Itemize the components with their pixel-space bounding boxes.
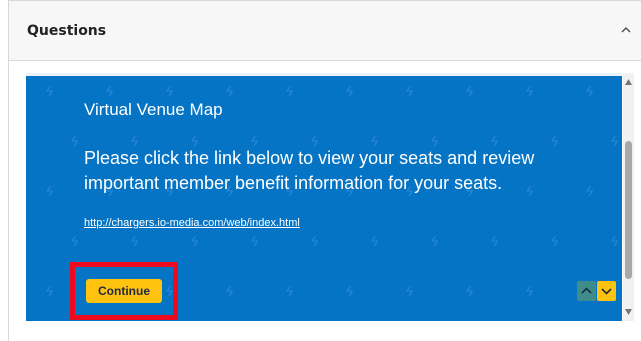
lightning-bolt-icon: ϟ [463,283,476,299]
lightning-bolt-icon: ϟ [608,233,621,249]
lightning-bolt-icon: ϟ [188,233,201,249]
lightning-bolt-icon: ϟ [428,233,441,249]
lightning-bolt-icon: ϟ [128,233,141,249]
lightning-bolt-icon: ϟ [283,283,296,299]
lightning-bolt-icon: ϟ [283,83,296,99]
lightning-bolt-icon: ϟ [343,283,356,299]
lightning-bolt-icon: ϟ [608,133,621,149]
lightning-bolt-icon: ϟ [523,83,536,99]
lightning-bolt-icon: ϟ [368,233,381,249]
previous-question-button[interactable] [577,281,596,301]
chevron-up-icon[interactable] [619,23,633,37]
survey-content: ϟϟϟϟϟϟϟϟϟϟϟϟϟϟϟϟϟϟϟϟϟϟϟϟϟϟϟϟϟϟϟϟϟϟϟϟϟϟϟϟ… [26,73,622,321]
survey-frame: ϟϟϟϟϟϟϟϟϟϟϟϟϟϟϟϟϟϟϟϟϟϟϟϟϟϟϟϟϟϟϟϟϟϟϟϟϟϟϟϟ… [26,73,634,321]
lightning-bolt-icon: ϟ [43,283,56,299]
lightning-bolt-icon: ϟ [583,183,596,199]
lightning-bolt-icon: ϟ [68,233,81,249]
lightning-bolt-icon: ϟ [163,83,176,99]
survey-body-text: Please click the link below to view your… [84,148,535,193]
chevron-up-icon [581,287,592,294]
lightning-bolt-icon: ϟ [223,83,236,99]
lightning-bolt-icon: ϟ [43,83,56,99]
continue-button[interactable]: Continue [86,279,162,303]
lightning-bolt-icon: ϟ [68,133,81,149]
venue-map-link[interactable]: http://chargers.io-media.com/web/index.h… [84,217,300,229]
lightning-bolt-icon: ϟ [523,283,536,299]
lightning-bolt-icon: ϟ [248,233,261,249]
next-question-button[interactable] [597,281,616,301]
vertical-scrollbar[interactable] [623,73,634,321]
lightning-bolt-icon: ϟ [343,83,356,99]
scroll-up-arrow-icon[interactable] [625,79,632,85]
lightning-bolt-icon: ϟ [403,83,416,99]
lightning-bolt-icon: ϟ [223,283,236,299]
chevron-down-icon [601,288,612,295]
scroll-thumb[interactable] [625,141,632,279]
lightning-bolt-icon: ϟ [583,83,596,99]
questions-panel: Questions ϟ ϟ ϟ ϟ ϟ ϟ ϟ ϟ ϟ ϟ ϟ ϟ ϟ ϟ ϟ ϟ ϟ ϟ ϟ ϟ ϟ ϟ ϟ ϟ ϟ ϟ ϟ ϟ ϟ ϟ… [8,0,641,341]
scroll-down-arrow-icon[interactable] [625,309,632,315]
lightning-bolt-icon: ϟ [463,83,476,99]
lightning-bolt-icon: ϟ [488,233,501,249]
lightning-bolt-icon: ϟ [103,83,116,99]
lightning-bolt-icon: ϟ [308,233,321,249]
panel-title: Questions [27,23,107,39]
lightning-bolt-icon: ϟ [403,283,416,299]
panel-header[interactable]: Questions [9,1,641,61]
survey-heading: Virtual Venue Map [84,100,223,119]
lightning-bolt-icon: ϟ [43,183,56,199]
lightning-bolt-icon: ϟ [548,233,561,249]
